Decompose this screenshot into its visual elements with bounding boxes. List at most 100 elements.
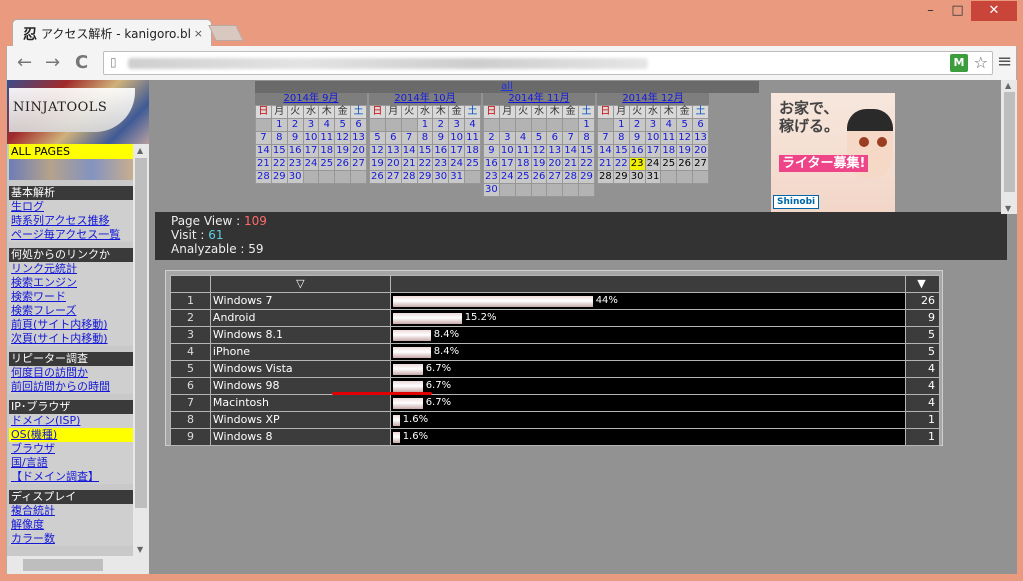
calendar-day[interactable]: 19 [676, 144, 694, 158]
calendar-day[interactable]: 10 [498, 144, 516, 158]
calendar-day[interactable]: 24 [498, 170, 516, 184]
calendar-day[interactable]: 13 [546, 144, 564, 158]
calendar-day[interactable]: 25 [464, 157, 481, 171]
calendar-day[interactable]: 5 [530, 131, 548, 145]
calendar-day[interactable]: 23 [483, 170, 500, 184]
calendar-day[interactable]: 19 [369, 157, 386, 171]
calendar-day[interactable]: 12 [676, 131, 694, 145]
page-scrollbar[interactable]: ▲ ▼ [1001, 80, 1017, 214]
calendar-day[interactable]: 13 [350, 131, 367, 145]
calendar-day[interactable]: 26 [676, 157, 694, 171]
calendar-day[interactable]: 17 [644, 144, 662, 158]
sort-name-button[interactable]: ▽ [209, 275, 391, 293]
calendar-day[interactable]: 3 [498, 131, 516, 145]
address-bar[interactable]: ▯ M ☆ [103, 51, 993, 75]
page-scroll-down-icon[interactable]: ▼ [1005, 204, 1011, 213]
calendar-day[interactable]: 7 [255, 131, 272, 145]
hscroll-thumb[interactable] [23, 559, 103, 571]
calendar-day[interactable]: 4 [660, 118, 678, 132]
reload-icon[interactable]: C [75, 52, 88, 73]
calendar-day[interactable]: 18 [660, 144, 678, 158]
extension-icon[interactable]: M [950, 54, 968, 72]
sidebar-link[interactable]: 生ログ [9, 200, 133, 214]
calendar-day[interactable]: 29 [270, 170, 288, 184]
calendar-day[interactable]: 1 [416, 118, 434, 132]
scroll-up-icon[interactable]: ▲ [137, 146, 143, 155]
sidebar-link[interactable]: カラー数 [9, 532, 133, 546]
calendar-day[interactable]: 14 [255, 144, 272, 158]
calendar-day[interactable]: 20 [350, 144, 367, 158]
calendar-day[interactable]: 19 [334, 144, 352, 158]
calendar-day[interactable]: 5 [334, 118, 352, 132]
calendar-day[interactable]: 15 [612, 144, 630, 158]
calendar-day[interactable]: 30 [483, 183, 500, 197]
calendar-day[interactable]: 3 [302, 118, 320, 132]
calendar-day[interactable]: 21 [255, 157, 272, 171]
calendar-day[interactable]: 28 [562, 170, 580, 184]
scroll-down-icon[interactable]: ▼ [137, 545, 143, 554]
sidebar-scrollbar[interactable]: ▲ ▼ [133, 144, 149, 556]
calendar-day[interactable]: 18 [318, 144, 336, 158]
sidebar-link[interactable]: 次頁(サイト内移動) [9, 332, 133, 346]
calendar-day[interactable]: 12 [369, 144, 386, 158]
horizontal-scrollbar[interactable] [7, 556, 149, 574]
sidebar-link[interactable]: 検索フレーズ [9, 304, 133, 318]
calendar-day[interactable]: 7 [597, 131, 614, 145]
calendar-day[interactable]: 3 [644, 118, 662, 132]
month-title[interactable]: 2014年 12月 [597, 93, 709, 105]
calendar-day[interactable]: 1 [578, 118, 595, 132]
calendar-day[interactable]: 10 [302, 131, 320, 145]
calendar-day[interactable]: 7 [400, 131, 418, 145]
calendar-day[interactable]: 22 [270, 157, 288, 171]
calendar-day[interactable]: 8 [416, 131, 434, 145]
calendar-all-link[interactable]: all [255, 81, 759, 93]
calendar-day[interactable]: 29 [612, 170, 630, 184]
sidebar-link[interactable]: 検索エンジン [9, 276, 133, 290]
calendar-day[interactable]: 24 [448, 157, 466, 171]
calendar-day[interactable]: 9 [286, 131, 304, 145]
month-title[interactable]: 2014年 9月 [255, 93, 367, 105]
calendar-day[interactable]: 30 [628, 170, 646, 184]
calendar-day[interactable]: 23 [628, 157, 646, 171]
calendar-day[interactable]: 21 [597, 157, 614, 171]
calendar-day[interactable]: 14 [400, 144, 418, 158]
calendar-day[interactable]: 23 [432, 157, 450, 171]
calendar-day[interactable]: 25 [660, 157, 678, 171]
calendar-day[interactable]: 26 [369, 170, 386, 184]
calendar-day[interactable]: 8 [578, 131, 595, 145]
calendar-day[interactable]: 28 [255, 170, 272, 184]
calendar-day[interactable]: 29 [416, 170, 434, 184]
forward-arrow-icon[interactable]: → [45, 52, 60, 73]
calendar-day[interactable]: 10 [448, 131, 466, 145]
sidebar-link[interactable]: 何度目の訪問か [9, 366, 133, 380]
month-title[interactable]: 2014年 10月 [369, 93, 481, 105]
calendar-day[interactable]: 20 [384, 157, 402, 171]
calendar-day[interactable]: 13 [692, 131, 709, 145]
calendar-day[interactable]: 17 [498, 157, 516, 171]
calendar-day[interactable]: 18 [464, 144, 481, 158]
calendar-day[interactable]: 25 [514, 170, 532, 184]
calendar-day[interactable]: 21 [562, 157, 580, 171]
calendar-day[interactable]: 24 [644, 157, 662, 171]
browser-menu-icon[interactable]: ≡ [997, 51, 1012, 72]
calendar-day[interactable]: 1 [612, 118, 630, 132]
calendar-day[interactable]: 11 [318, 131, 336, 145]
sidebar-link[interactable]: 時系列アクセス推移 [9, 214, 133, 228]
calendar-day[interactable]: 26 [530, 170, 548, 184]
ninjatools-logo[interactable]: NINJATOOLS [7, 80, 149, 144]
calendar-day[interactable]: 5 [676, 118, 694, 132]
close-window-button[interactable]: ✕ [971, 1, 1017, 21]
sidebar-link[interactable]: ページ毎アクセス一覧 [9, 228, 133, 242]
calendar-day[interactable]: 15 [416, 144, 434, 158]
calendar-day[interactable]: 31 [448, 170, 466, 184]
new-tab-button[interactable] [208, 25, 244, 41]
page-scroll-thumb[interactable] [1004, 92, 1015, 192]
calendar-day[interactable]: 12 [334, 131, 352, 145]
calendar-day[interactable]: 22 [578, 157, 595, 171]
calendar-day[interactable]: 26 [334, 157, 352, 171]
calendar-day[interactable]: 8 [612, 131, 630, 145]
calendar-day[interactable]: 6 [350, 118, 367, 132]
calendar-day[interactable]: 27 [546, 170, 564, 184]
calendar-day[interactable]: 3 [448, 118, 466, 132]
calendar-day[interactable]: 15 [270, 144, 288, 158]
